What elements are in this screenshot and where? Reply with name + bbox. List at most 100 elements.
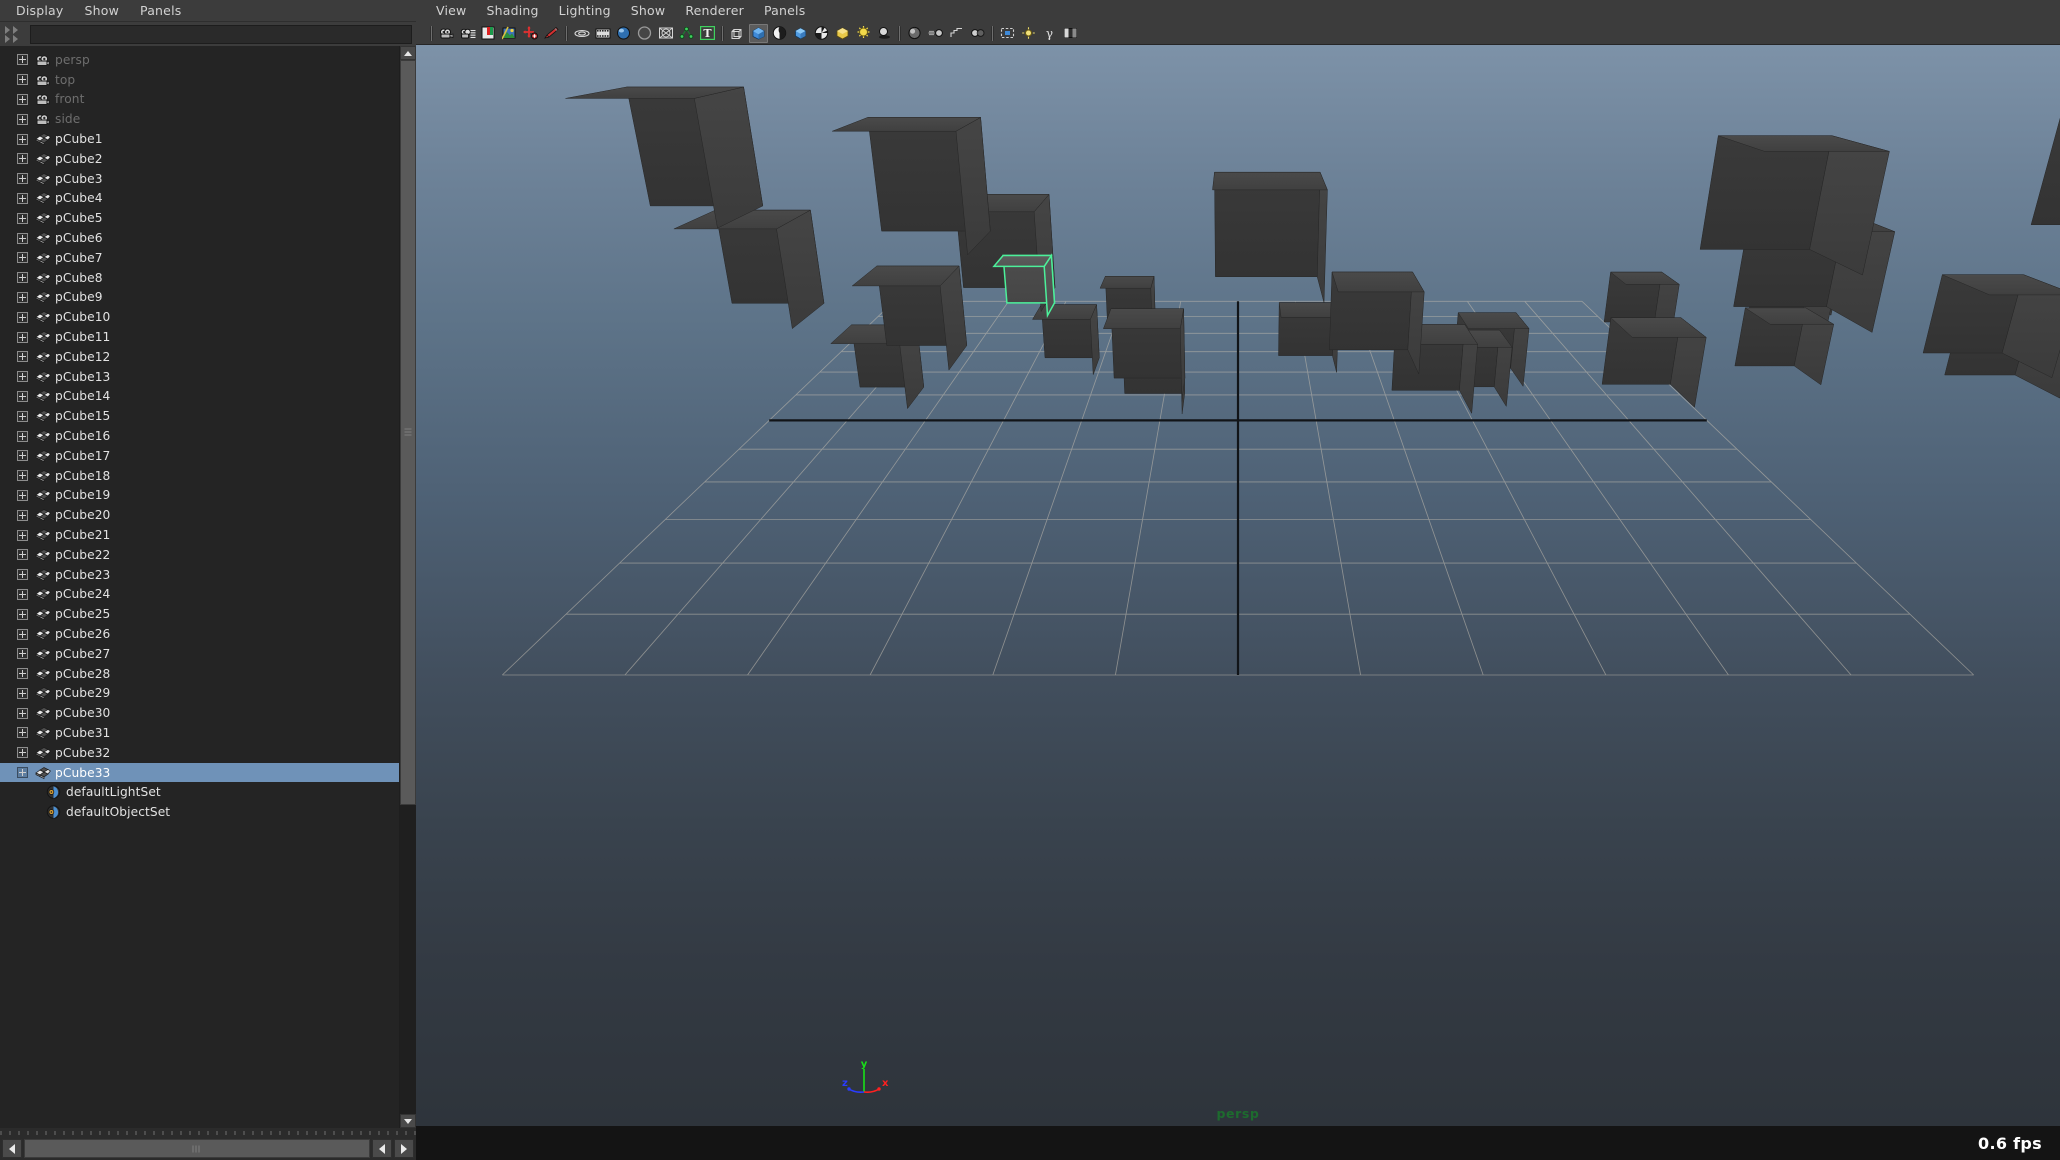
text-overlay-icon[interactable]: T [698, 24, 717, 43]
scroll-right-button[interactable] [394, 1139, 414, 1158]
vertical-scroll-thumb[interactable] [400, 60, 416, 805]
shadows-icon[interactable] [875, 24, 894, 43]
grease-pencil-icon[interactable] [542, 24, 561, 43]
wireframe-shading-icon[interactable] [728, 24, 747, 43]
outliner-item-pcube32[interactable]: pCube32 [0, 743, 399, 763]
viewport-menu-lighting[interactable]: Lighting [551, 1, 623, 21]
outliner-item-pcube7[interactable]: pCube7 [0, 248, 399, 268]
outliner-item-pcube30[interactable]: pCube30 [0, 703, 399, 723]
image-plane-icon[interactable] [500, 24, 519, 43]
outliner-item-pcube6[interactable]: pCube6 [0, 228, 399, 248]
expand-toggle-pcube24[interactable] [17, 589, 28, 600]
film-origin-icon[interactable] [656, 24, 675, 43]
expand-toggle-pcube8[interactable] [17, 272, 28, 283]
gamma-icon[interactable]: γ [1040, 24, 1059, 43]
outliner-item-pcube11[interactable]: pCube11 [0, 327, 399, 347]
expand-toggle-pcube31[interactable] [17, 727, 28, 738]
expand-toggle-pcube33[interactable] [17, 767, 28, 778]
outliner-item-pcube12[interactable]: pCube12 [0, 347, 399, 367]
motion-blur-icon[interactable] [926, 24, 945, 43]
expand-toggle-pcube3[interactable] [17, 173, 28, 184]
outliner-item-pcube3[interactable]: pCube3 [0, 169, 399, 189]
outliner-item-pcube2[interactable]: pCube2 [0, 149, 399, 169]
horizontal-scroll-track[interactable] [24, 1139, 370, 1158]
outliner-item-pcube31[interactable]: pCube31 [0, 723, 399, 743]
outliner-menu-show[interactable]: Show [76, 1, 132, 21]
outliner-item-pcube27[interactable]: pCube27 [0, 644, 399, 664]
outliner-item-pcube5[interactable]: pCube5 [0, 208, 399, 228]
expand-toggle-pcube5[interactable] [17, 213, 28, 224]
expand-toggle-pcube23[interactable] [17, 569, 28, 580]
viewport-menu-renderer[interactable]: Renderer [677, 1, 756, 21]
expand-toggle-pcube12[interactable] [17, 351, 28, 362]
outliner-tree[interactable]: persp top front side pCube1 [0, 46, 399, 1128]
outliner-item-persp[interactable]: persp [0, 50, 399, 70]
expand-toggle-pcube10[interactable] [17, 312, 28, 323]
expand-toggle-pcube7[interactable] [17, 252, 28, 263]
expand-toggle-persp[interactable] [17, 54, 28, 65]
horizontal-scroll-thumb[interactable] [24, 1139, 370, 1158]
isolate-select-icon[interactable] [998, 24, 1017, 43]
outliner-item-defaultobjectset[interactable]: defaultObjectSet [0, 802, 399, 822]
outliner-item-pcube16[interactable]: pCube16 [0, 426, 399, 446]
bookmarks-icon[interactable] [479, 24, 498, 43]
expand-toggle-pcube20[interactable] [17, 510, 28, 521]
expand-toggle-pcube4[interactable] [17, 193, 28, 204]
outliner-item-pcube26[interactable]: pCube26 [0, 624, 399, 644]
expand-toggle-pcube2[interactable] [17, 153, 28, 164]
expand-toggle-pcube17[interactable] [17, 450, 28, 461]
outliner-item-front[interactable]: front [0, 90, 399, 110]
gate-mask-icon[interactable] [635, 24, 654, 43]
viewport-3d-canvas[interactable]: y x z persp [416, 45, 2060, 1126]
expand-toggle-pcube1[interactable] [17, 134, 28, 145]
scroll-down-button[interactable] [400, 1114, 416, 1128]
expand-toggle-side[interactable] [17, 114, 28, 125]
expand-toggle-pcube15[interactable] [17, 411, 28, 422]
outliner-item-top[interactable]: top [0, 70, 399, 90]
outliner-item-pcube14[interactable]: pCube14 [0, 387, 399, 407]
outliner-item-pcube1[interactable]: pCube1 [0, 129, 399, 149]
expand-toggle-pcube13[interactable] [17, 371, 28, 382]
outliner-menu-display[interactable]: Display [8, 1, 76, 21]
expand-toggle-pcube9[interactable] [17, 292, 28, 303]
outliner-item-pcube29[interactable]: pCube29 [0, 684, 399, 704]
scroll-left-button[interactable] [2, 1139, 22, 1158]
outliner-item-pcube15[interactable]: pCube15 [0, 406, 399, 426]
expand-toggle-pcube22[interactable] [17, 549, 28, 560]
smooth-shade-textured-icon[interactable] [770, 24, 789, 43]
outliner-item-pcube18[interactable]: pCube18 [0, 466, 399, 486]
expand-toggle-pcube18[interactable] [17, 470, 28, 481]
wireframe-on-shaded-icon[interactable] [812, 24, 831, 43]
outliner-item-pcube13[interactable]: pCube13 [0, 367, 399, 387]
scroll-up-button[interactable] [400, 46, 416, 60]
expand-toggle-pcube28[interactable] [17, 668, 28, 679]
expand-toggle-pcube26[interactable] [17, 629, 28, 640]
outliner-search-input[interactable] [30, 25, 412, 44]
outliner-horizontal-scrollbar[interactable] [0, 1137, 416, 1160]
outliner-item-pcube19[interactable]: pCube19 [0, 486, 399, 506]
outliner-item-defaultlightset[interactable]: defaultLightSet [0, 782, 399, 802]
resolution-gate-icon[interactable] [614, 24, 633, 43]
texture-toggle-icon[interactable] [833, 24, 852, 43]
outliner-item-pcube22[interactable]: pCube22 [0, 545, 399, 565]
expand-toggle-pcube29[interactable] [17, 688, 28, 699]
select-camera-icon[interactable] [437, 24, 456, 43]
expand-toggle-pcube25[interactable] [17, 609, 28, 620]
outliner-nav-arrows-icon[interactable] [4, 25, 26, 43]
depth-of-field-icon[interactable] [968, 24, 987, 43]
outliner-splitter-handle[interactable] [0, 1128, 416, 1137]
smooth-shade-all-icon[interactable] [749, 24, 768, 43]
outliner-item-pcube20[interactable]: pCube20 [0, 505, 399, 525]
expand-toggle-top[interactable] [17, 74, 28, 85]
expand-toggle-pcube19[interactable] [17, 490, 28, 501]
outliner-item-pcube8[interactable]: pCube8 [0, 268, 399, 288]
expand-toggle-pcube6[interactable] [17, 233, 28, 244]
expand-toggle-pcube27[interactable] [17, 648, 28, 659]
viewport-menu-panels[interactable]: Panels [756, 1, 817, 21]
flat-shade-icon[interactable] [791, 24, 810, 43]
outliner-item-pcube23[interactable]: pCube23 [0, 565, 399, 585]
use-all-lights-icon[interactable] [854, 24, 873, 43]
show-manipulator-icon[interactable] [677, 24, 696, 43]
film-gate-icon[interactable] [593, 24, 612, 43]
scroll-left-button-2[interactable] [372, 1139, 392, 1158]
